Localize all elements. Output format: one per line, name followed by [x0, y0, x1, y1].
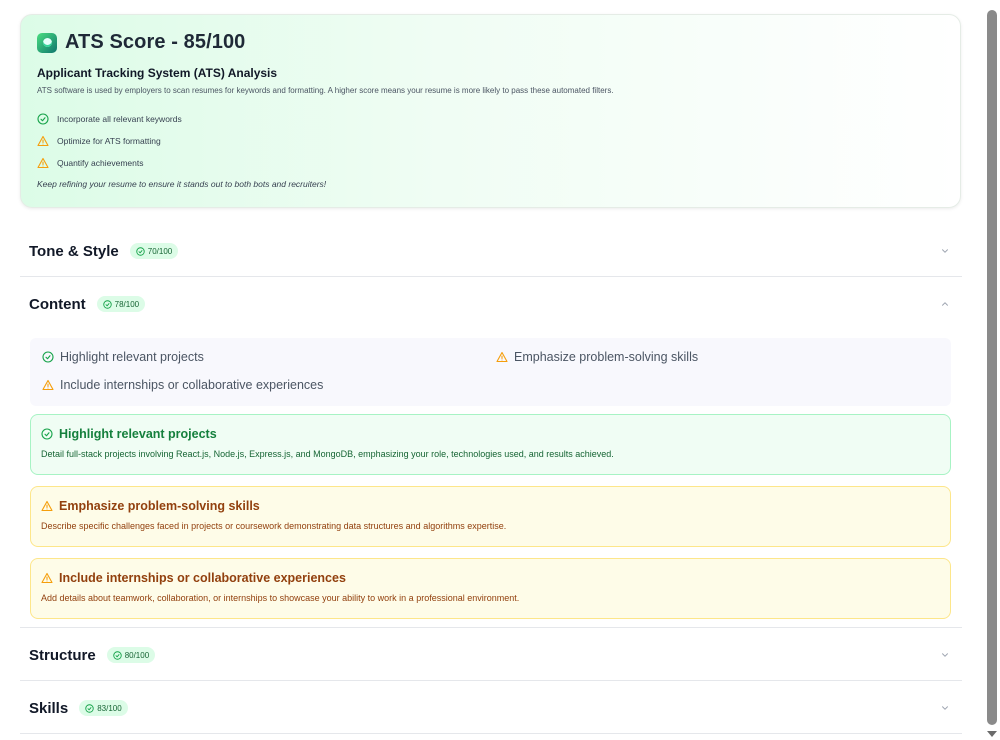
ats-footer-note: Keep refining your resume to ensure it s…	[37, 179, 327, 189]
chevron-down-icon[interactable]	[940, 650, 950, 660]
section-skills: Skills 83/100	[20, 682, 962, 734]
summary-item-label: Highlight relevant projects	[60, 350, 204, 364]
ats-item-label: Optimize for ATS formatting	[57, 136, 161, 146]
chevron-up-icon[interactable]	[940, 299, 950, 309]
ats-score-card: ATS Score - 85/100 Applicant Tracking Sy…	[20, 14, 961, 208]
section-structure: Structure 80/100	[20, 629, 962, 681]
vertical-scrollbar[interactable]	[984, 0, 1000, 740]
check-circle-icon	[37, 113, 49, 125]
content-summary-box: Highlight relevant projects Emphasize pr…	[30, 338, 951, 406]
check-circle-icon	[42, 351, 54, 363]
check-circle-icon	[85, 703, 94, 713]
warning-triangle-icon	[42, 379, 54, 391]
tip-title-row: Include internships or collaborative exp…	[41, 571, 950, 585]
section-title: Skills	[29, 699, 69, 717]
check-circle-icon	[41, 428, 53, 440]
check-circle-icon	[136, 246, 145, 256]
warning-triangle-icon	[496, 351, 508, 363]
score-badge: 70/100	[129, 243, 179, 259]
section-header-skills[interactable]: Skills 83/100	[20, 682, 962, 734]
tip-title: Emphasize problem-solving skills	[59, 499, 260, 513]
tip-card: Emphasize problem-solving skills Describ…	[30, 486, 951, 547]
score-badge: 83/100	[79, 700, 128, 716]
score-badge: 78/100	[96, 296, 146, 312]
tip-description: Add details about teamwork, collaboratio…	[41, 593, 520, 603]
check-circle-icon	[102, 299, 112, 309]
ats-item-label: Incorporate all relevant keywords	[57, 114, 182, 124]
warning-triangle-icon	[37, 157, 49, 169]
warning-triangle-icon	[41, 572, 53, 584]
summary-item: Emphasize problem-solving skills	[496, 350, 698, 364]
warning-triangle-icon	[37, 135, 49, 147]
section-title: Content	[29, 295, 86, 313]
tip-title: Include internships or collaborative exp…	[59, 571, 346, 585]
section-header-content[interactable]: Content 78/100	[20, 278, 962, 330]
section-header-structure[interactable]: Structure 80/100	[20, 629, 962, 681]
summary-item: Include internships or collaborative exp…	[42, 378, 323, 392]
tip-card: Highlight relevant projects Detail full-…	[30, 414, 951, 475]
summary-item: Highlight relevant projects	[42, 350, 204, 364]
warning-triangle-icon	[41, 500, 53, 512]
ats-item-label: Quantify achievements	[57, 158, 144, 168]
check-circle-icon	[112, 650, 122, 660]
resume-feedback-page: ATS Score - 85/100 Applicant Tracking Sy…	[0, 0, 984, 740]
tip-description: Detail full-stack projects involving Rea…	[41, 449, 614, 459]
chevron-down-icon[interactable]	[940, 703, 950, 713]
ats-description: ATS software is used by employers to sca…	[37, 86, 614, 95]
ats-item: Incorporate all relevant keywords	[37, 108, 182, 130]
ats-item: Optimize for ATS formatting	[37, 130, 182, 152]
chevron-down-icon[interactable]	[940, 246, 950, 256]
ats-title-row: ATS Score - 85/100	[37, 31, 245, 54]
scroll-down-arrow-icon[interactable]	[987, 731, 997, 737]
ats-checklist: Incorporate all relevant keywords Optimi…	[37, 108, 182, 174]
tip-description: Describe specific challenges faced in pr…	[41, 521, 507, 531]
tip-title-row: Emphasize problem-solving skills	[41, 499, 950, 513]
tip-title-row: Highlight relevant projects	[41, 427, 950, 441]
score-badge-text: 70/100	[147, 246, 173, 256]
summary-item-label: Emphasize problem-solving skills	[514, 350, 699, 364]
section-title: Structure	[29, 646, 96, 664]
ats-subtitle: Applicant Tracking System (ATS) Analysis	[37, 66, 278, 80]
ats-score-title: ATS Score - 85/100	[65, 31, 246, 53]
section-tone-style: Tone & Style 70/100	[20, 225, 962, 277]
section-header-tone-style[interactable]: Tone & Style 70/100	[20, 225, 962, 277]
score-badge-text: 83/100	[97, 703, 122, 713]
section-title: Tone & Style	[29, 242, 119, 260]
summary-item-label: Include internships or collaborative exp…	[60, 378, 324, 392]
score-badge-text: 78/100	[114, 299, 140, 309]
score-badge: 80/100	[106, 647, 156, 663]
ats-item: Quantify achievements	[37, 152, 182, 174]
tip-title: Highlight relevant projects	[59, 427, 217, 441]
score-badge-text: 80/100	[124, 650, 150, 660]
ats-logo-icon	[37, 32, 57, 53]
tip-card: Include internships or collaborative exp…	[30, 558, 951, 619]
section-content: Content 78/100 Highlight relevant projec…	[20, 278, 962, 628]
scrollbar-thumb[interactable]	[987, 10, 997, 725]
